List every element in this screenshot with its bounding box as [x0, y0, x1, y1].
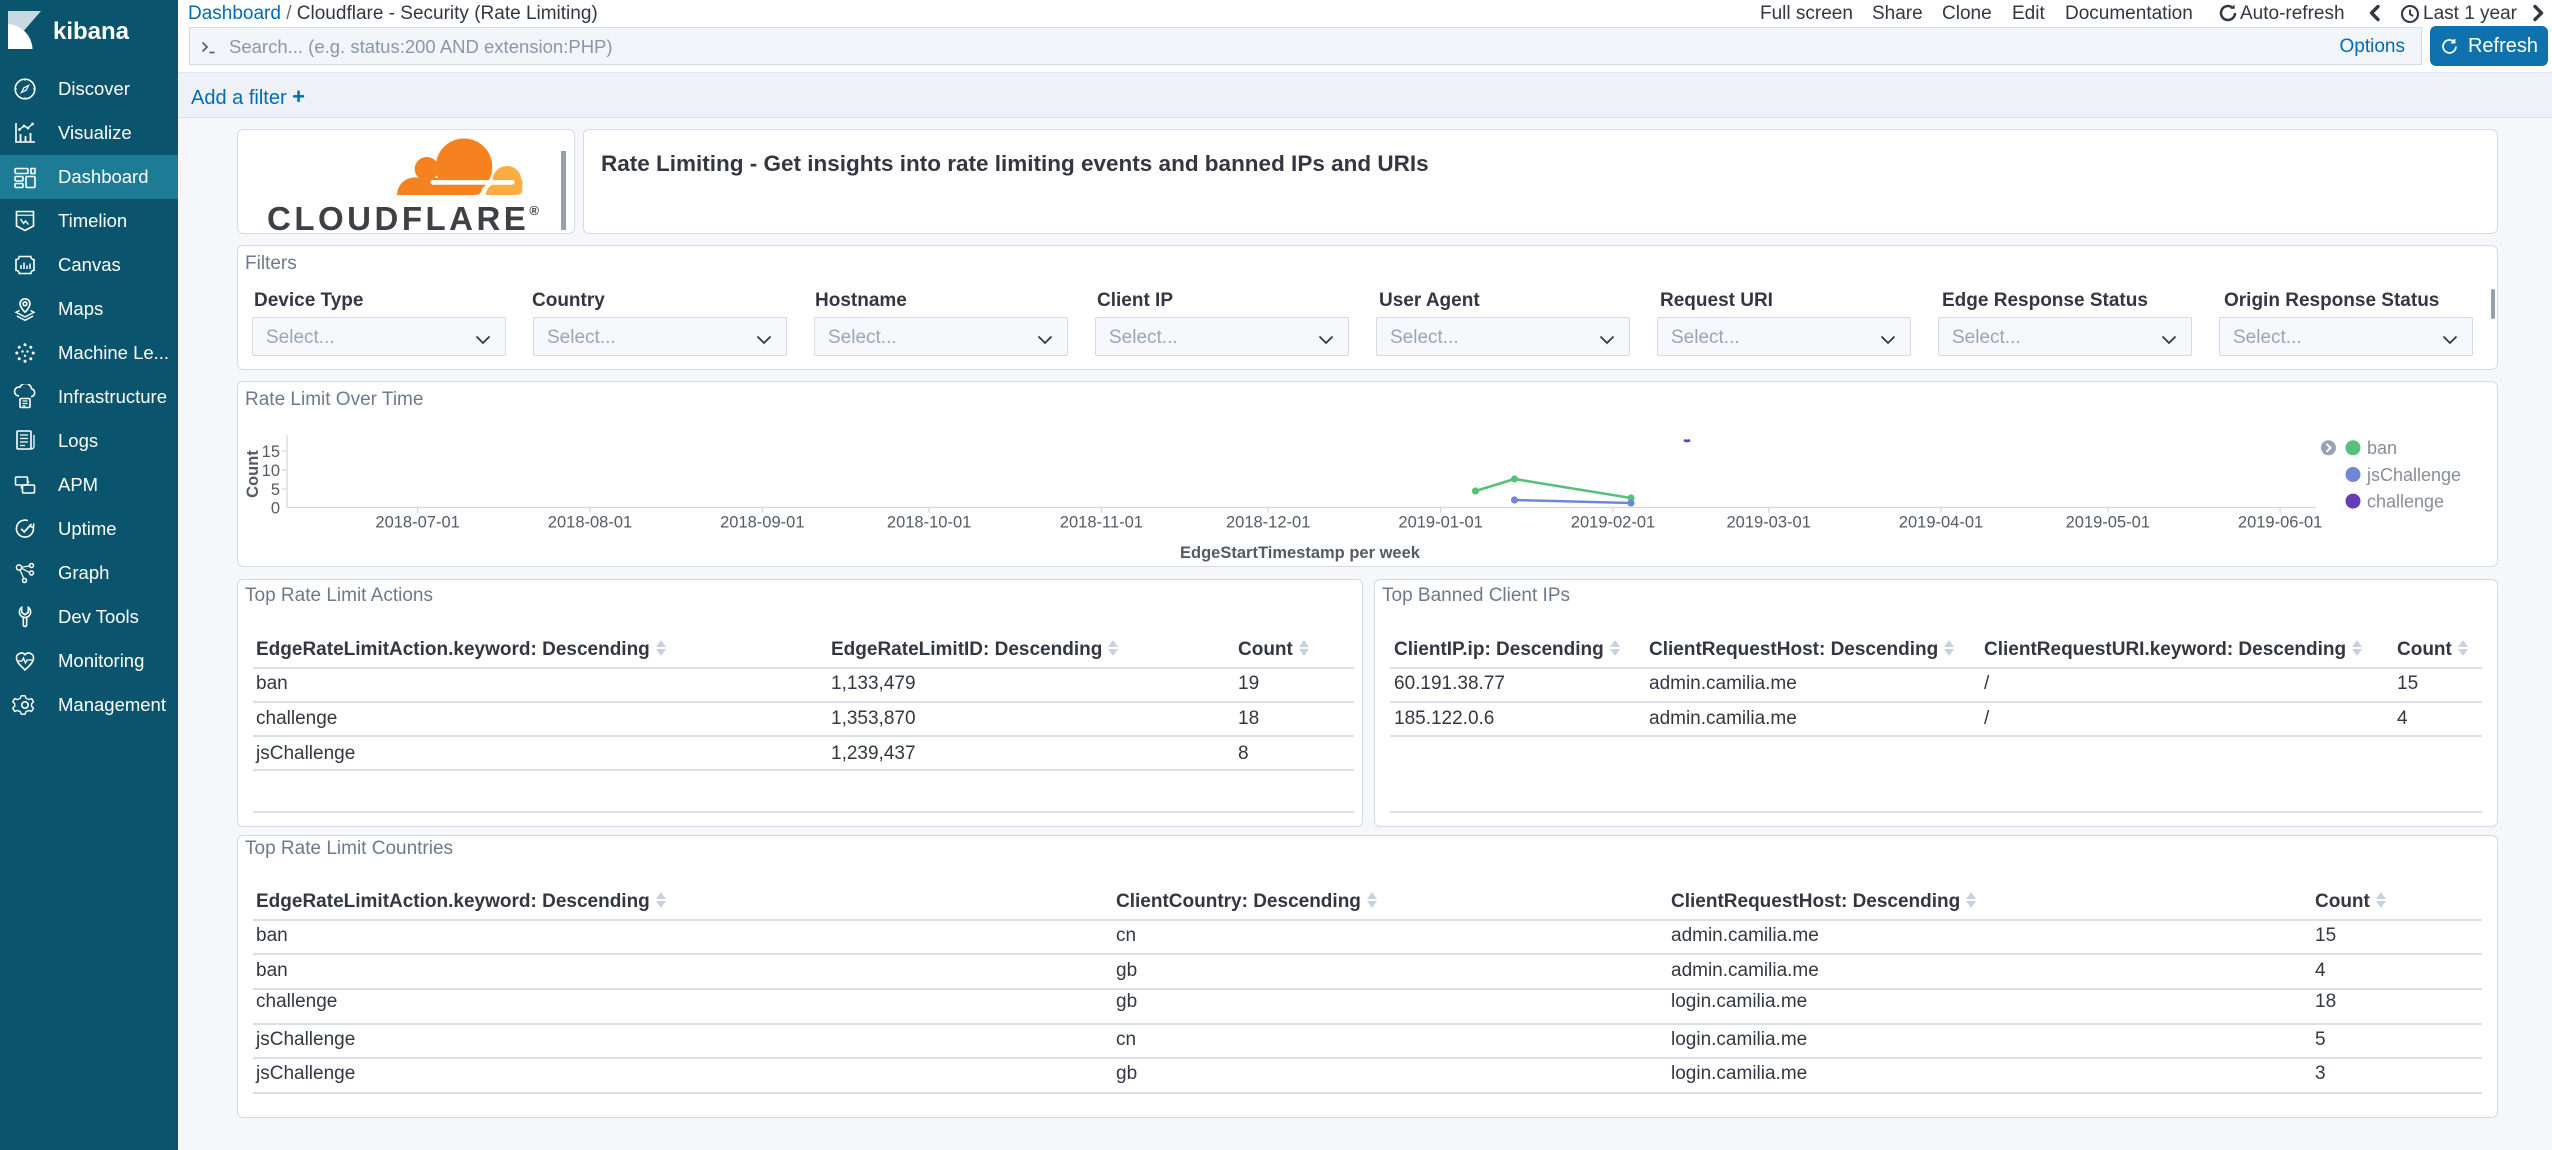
svg-text:Count: Count	[244, 450, 262, 498]
svg-text:ban: ban	[2367, 438, 2397, 458]
svg-text:EdgeStartTimestamp per week: EdgeStartTimestamp per week	[1180, 544, 1421, 562]
svg-text:15: 15	[262, 443, 280, 461]
svg-text:2018-08-01: 2018-08-01	[548, 514, 632, 532]
svg-text:2018-11-01: 2018-11-01	[1060, 514, 1143, 532]
svg-text:10: 10	[262, 462, 280, 480]
svg-text:challenge: challenge	[2367, 491, 2444, 511]
svg-text:2019-03-01: 2019-03-01	[1726, 514, 1810, 532]
svg-text:2018-07-01: 2018-07-01	[375, 514, 459, 532]
svg-text:2019-05-01: 2019-05-01	[2066, 514, 2150, 532]
svg-text:2018-09-01: 2018-09-01	[720, 514, 804, 532]
svg-text:5: 5	[271, 481, 280, 499]
svg-text:2019-04-01: 2019-04-01	[1899, 514, 1983, 532]
svg-text:2018-12-01: 2018-12-01	[1226, 514, 1310, 532]
svg-text:2019-01-01: 2019-01-01	[1398, 514, 1482, 532]
svg-text:2018-10-01: 2018-10-01	[887, 514, 971, 532]
svg-text:0: 0	[271, 499, 280, 517]
svg-text:2019-02-01: 2019-02-01	[1571, 514, 1655, 532]
svg-text:jsChallenge: jsChallenge	[2366, 465, 2461, 485]
svg-text:2019-06-01: 2019-06-01	[2238, 514, 2322, 532]
